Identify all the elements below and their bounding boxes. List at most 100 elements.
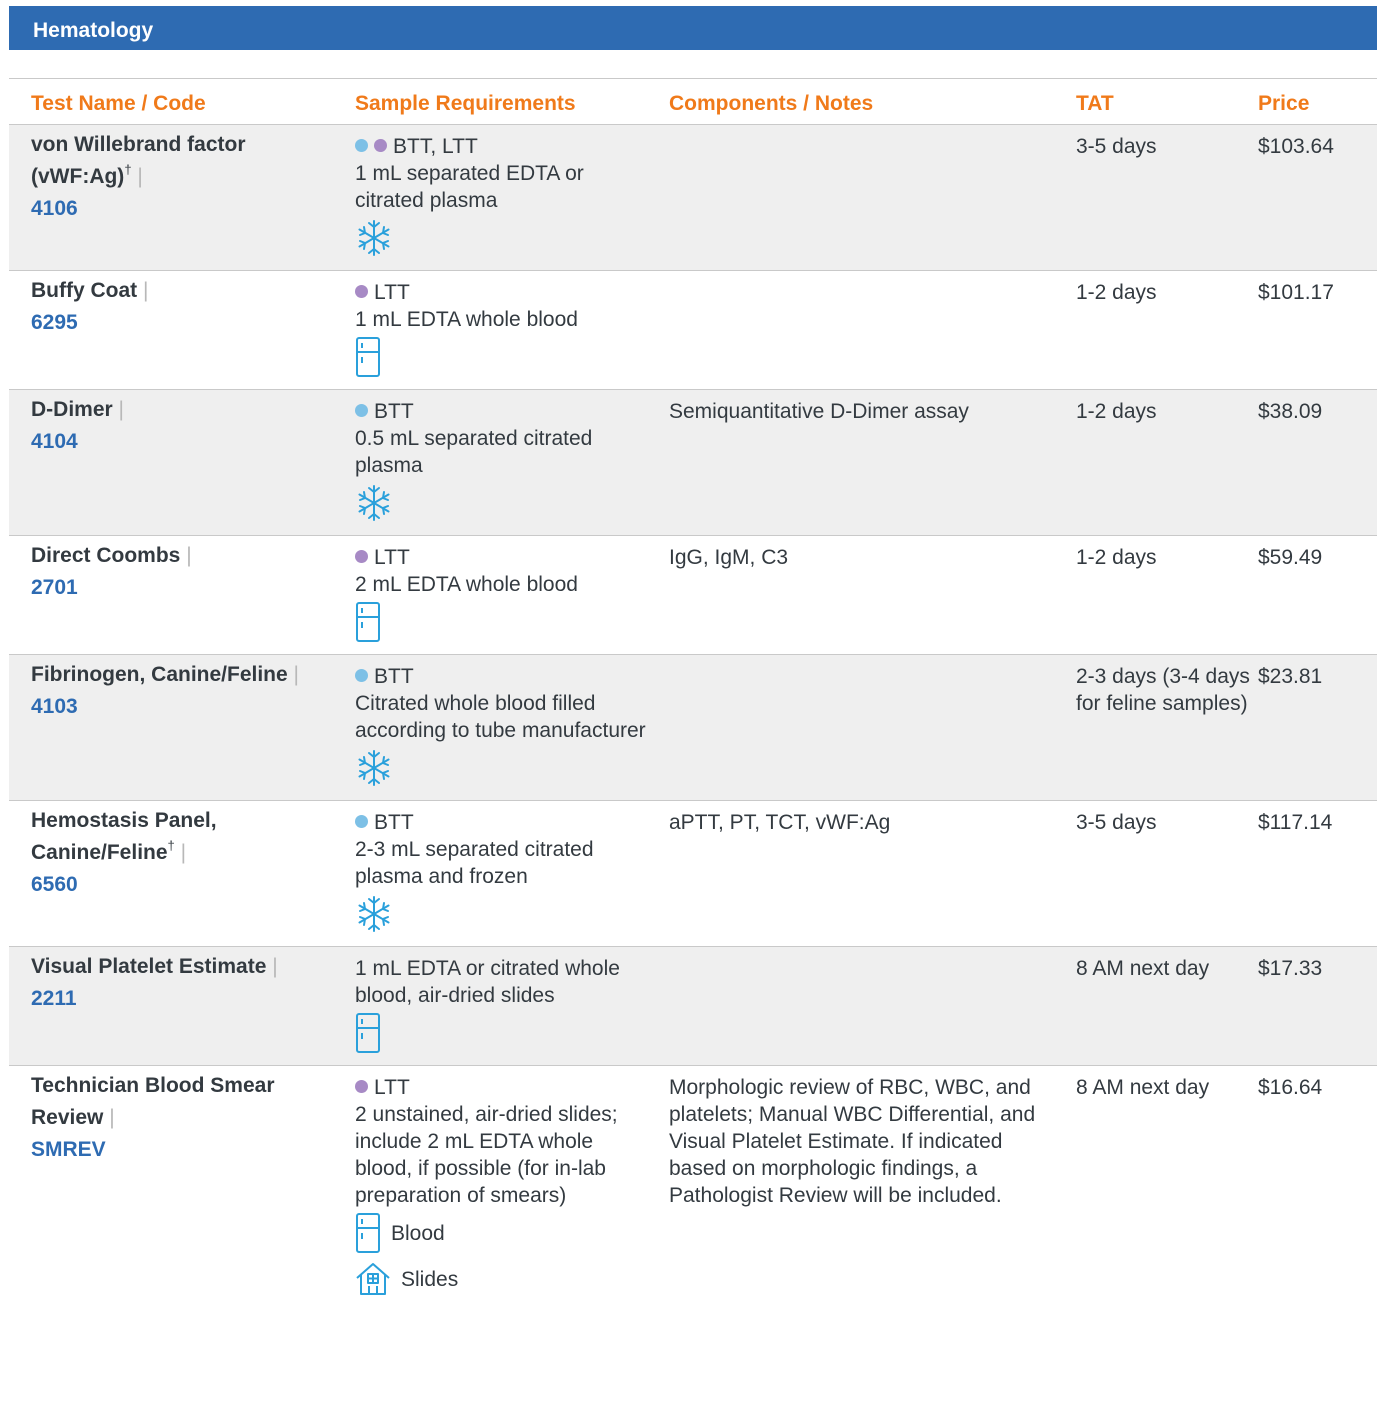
table-row: Hemostasis Panel, Canine/Feline† | 6560 B… bbox=[9, 800, 1377, 947]
tube-line: BTT bbox=[355, 809, 647, 836]
tube-types: LTT bbox=[374, 546, 410, 569]
column-header-price: Price bbox=[1258, 92, 1310, 115]
price-cell: $101.17 bbox=[1258, 281, 1334, 304]
ltt-dot bbox=[355, 550, 368, 563]
tat-cell: 8 AM next day bbox=[1076, 957, 1210, 980]
tube-types: LTT bbox=[374, 1076, 410, 1099]
separator: | bbox=[131, 165, 143, 188]
column-header-test-name: Test Name / Code bbox=[31, 92, 206, 115]
storage-row bbox=[355, 216, 647, 260]
tube-line: BTT bbox=[355, 663, 647, 690]
ltt-dot bbox=[355, 1080, 368, 1093]
tube-types: BTT bbox=[374, 665, 414, 688]
snowflake-icon bbox=[355, 218, 393, 258]
test-name-cell: Direct Coombs | 2701 bbox=[9, 536, 333, 655]
sample-text: 0.5 mL separated citrated plasma bbox=[355, 427, 593, 477]
separator: | bbox=[103, 1106, 115, 1129]
test-name-cell: Visual Platelet Estimate | 2211 bbox=[9, 947, 333, 1066]
btt-dot bbox=[355, 669, 368, 682]
test-name-cell: Hemostasis Panel, Canine/Feline† | 6560 bbox=[9, 801, 333, 947]
tat-cell: 1-2 days bbox=[1076, 400, 1157, 423]
refrigerator-icon bbox=[355, 601, 381, 643]
snowflake-icon bbox=[355, 483, 393, 523]
test-name: D-Dimer bbox=[31, 398, 113, 421]
table-row: Visual Platelet Estimate | 2211 1 mL EDTA… bbox=[9, 946, 1377, 1066]
tat-cell: 2-3 days (3-4 days for feline samples) bbox=[1076, 665, 1250, 715]
test-name-cell: von Willebrand factor (vWF:Ag)† | 4106 bbox=[9, 125, 333, 271]
refrigerator-icon bbox=[355, 1012, 381, 1054]
sample-text: 1 mL EDTA whole blood bbox=[355, 308, 578, 331]
house-icon bbox=[355, 1262, 391, 1296]
test-code: 4103 bbox=[31, 695, 78, 718]
tube-types: BTT, LTT bbox=[393, 135, 478, 158]
test-name: Direct Coombs bbox=[31, 544, 181, 567]
test-code: 2211 bbox=[31, 987, 77, 1010]
separator: | bbox=[180, 544, 192, 567]
table-row: D-Dimer | 4104 BTT 0.5 mL separated citrat… bbox=[9, 389, 1377, 536]
sample-cell: LTT 1 mL EDTA whole blood bbox=[333, 271, 647, 390]
test-name: Visual Platelet Estimate bbox=[31, 955, 267, 978]
table-row: Buffy Coat | 6295 LTT 1 mL EDTA whole bloo… bbox=[9, 270, 1377, 390]
btt-dot bbox=[355, 815, 368, 828]
tube-line: LTT bbox=[355, 544, 647, 571]
section-title: Hematology bbox=[9, 6, 1377, 50]
tube-line: BTT, LTT bbox=[355, 133, 647, 160]
ltt-dot bbox=[355, 285, 368, 298]
price-cell: $38.09 bbox=[1258, 400, 1323, 423]
notes-cell: Semiquantitative D-Dimer assay bbox=[669, 400, 969, 423]
storage-row bbox=[355, 1011, 647, 1055]
storage-row: Blood bbox=[355, 1211, 647, 1255]
tube-line: LTT bbox=[355, 1074, 647, 1101]
btt-dot bbox=[355, 139, 368, 152]
separator: | bbox=[266, 955, 278, 978]
tube-types: BTT bbox=[374, 400, 414, 423]
table-row: Direct Coombs | 2701 LTT 2 mL EDTA whole b… bbox=[9, 535, 1377, 655]
separator: | bbox=[287, 663, 299, 686]
test-name-cell: D-Dimer | 4104 bbox=[9, 390, 333, 536]
storage-label: Blood bbox=[391, 1221, 445, 1245]
test-name: Fibrinogen, Canine/Feline bbox=[31, 663, 288, 686]
price-cell: $23.81 bbox=[1258, 665, 1323, 688]
notes-cell: Morphologic review of RBC, WBC, and plat… bbox=[669, 1076, 1036, 1207]
tube-types: BTT bbox=[374, 811, 414, 834]
storage-row: Slides bbox=[355, 1257, 647, 1301]
notes-cell bbox=[647, 271, 1042, 390]
price-cell: $103.64 bbox=[1258, 135, 1334, 158]
tube-line: BTT bbox=[355, 398, 647, 425]
separator: | bbox=[137, 279, 149, 302]
sample-cell: BTT, LTT 1 mL separated EDTA or citrated … bbox=[333, 125, 647, 271]
notes-cell bbox=[647, 947, 1042, 1066]
table-header-row: Test Name / Code Sample Requirements Com… bbox=[9, 78, 1377, 125]
notes-cell bbox=[647, 655, 1042, 801]
sample-text: 1 mL separated EDTA or citrated plasma bbox=[355, 162, 584, 212]
price-cell: $17.33 bbox=[1258, 957, 1323, 980]
storage-label: Slides bbox=[401, 1267, 459, 1291]
sample-text: 2-3 mL separated citrated plasma and fro… bbox=[355, 838, 594, 888]
snowflake-icon bbox=[355, 748, 393, 788]
separator: | bbox=[174, 841, 187, 864]
test-name: Technician Blood Smear Review bbox=[31, 1074, 275, 1129]
btt-dot bbox=[355, 404, 368, 417]
storage-row bbox=[355, 600, 647, 644]
storage-row bbox=[355, 746, 647, 790]
test-table: Test Name / Code Sample Requirements Com… bbox=[9, 78, 1377, 1311]
tat-cell: 3-5 days bbox=[1076, 135, 1157, 158]
tube-line: LTT bbox=[355, 279, 647, 306]
refrigerator-icon bbox=[355, 1212, 381, 1254]
sample-text: 2 mL EDTA whole blood bbox=[355, 573, 578, 596]
sample-cell: LTT 2 mL EDTA whole blood bbox=[333, 536, 647, 655]
test-code: 6560 bbox=[31, 873, 78, 896]
table-row: von Willebrand factor (vWF:Ag)† | 4106 BT… bbox=[9, 124, 1377, 271]
test-name-cell: Technician Blood Smear Review | SMREV bbox=[9, 1066, 333, 1312]
test-code: 6295 bbox=[31, 311, 78, 334]
dagger-mark: † bbox=[124, 162, 132, 177]
column-header-components: Components / Notes bbox=[669, 92, 874, 115]
ltt-dot bbox=[374, 139, 387, 152]
tat-cell: 8 AM next day bbox=[1076, 1076, 1210, 1099]
refrigerator-icon bbox=[355, 336, 381, 378]
storage-row bbox=[355, 892, 647, 936]
tat-cell: 1-2 days bbox=[1076, 281, 1157, 304]
price-cell: $59.49 bbox=[1258, 546, 1323, 569]
dagger-mark: † bbox=[167, 838, 175, 853]
sample-cell: LTT 2 unstained, air-dried slides; includ… bbox=[333, 1066, 647, 1312]
